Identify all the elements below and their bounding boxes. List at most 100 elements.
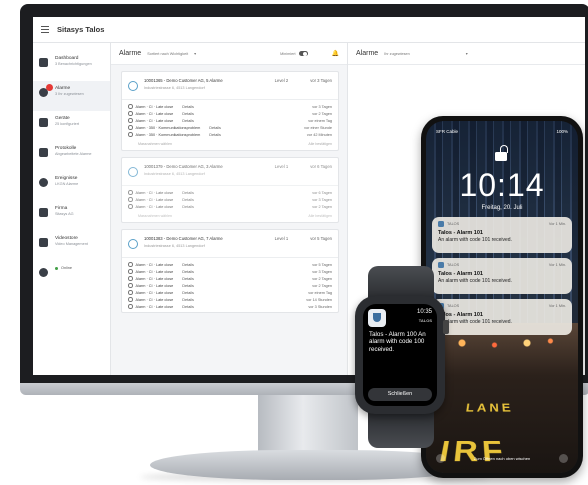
row-radio[interactable] xyxy=(128,125,133,130)
row-radio[interactable] xyxy=(128,262,133,267)
sidebar-item-videostore[interactable]: Videostore Video Management xyxy=(33,231,110,261)
details-link[interactable]: Details xyxy=(209,133,221,137)
alarm-row[interactable]: Alarm · CI · Late close Details vor 2 Tage… xyxy=(128,282,332,289)
details-link[interactable]: Details xyxy=(182,291,194,295)
notification-title: Talos - Alarm 101 xyxy=(438,271,483,277)
alarm-card-address: Industriestrasse 6, 4513 Langendorf xyxy=(144,86,205,90)
sort-dropdown[interactable]: Sortiert nach Wichtigkeit xyxy=(147,52,188,56)
sidebar-item-logs[interactable]: Protokolle Abgearbeitete Alarme xyxy=(33,141,110,171)
details-link[interactable]: Details xyxy=(182,198,194,202)
row-radio[interactable] xyxy=(128,118,133,123)
alarm-row[interactable]: Alarm · CI · Late close Details vor 2 Tage… xyxy=(128,110,332,117)
alarm-row[interactable]: Alarm · CI · Late close Details vor einem … xyxy=(128,289,332,296)
row-radio[interactable] xyxy=(128,197,133,202)
actions-dropdown[interactable]: Massnahmen wählen xyxy=(138,142,172,146)
row-radio[interactable] xyxy=(128,276,133,281)
notification-card[interactable]: TALOS Vor 1 Min. Talos - Alarm 101 An ala… xyxy=(432,258,572,294)
details-link[interactable]: Details xyxy=(209,126,221,130)
online-dot xyxy=(55,266,58,270)
details-link[interactable]: Details xyxy=(182,298,194,302)
minimize-toggle[interactable] xyxy=(298,51,308,56)
alarm-row[interactable]: Alarm · CI · Late close Details vor 3 Tage… xyxy=(128,196,332,203)
alarm-card-header: 10001383 - Demo Customer AG, 7 Alarme Le… xyxy=(122,230,338,258)
phone-lockscreen: LANE IRF SFR Cable 100% 10:14 Freitag, 2… xyxy=(426,121,578,473)
details-link[interactable]: Details xyxy=(182,205,194,209)
alarm-card-level: Level 1 xyxy=(274,236,289,241)
notification-app: TALOS xyxy=(447,304,460,308)
assigned-dropdown[interactable]: Ihr zugewiesen xyxy=(384,52,410,56)
alarm-row[interactable]: Alarm · CI · Late close Details vor 2 Tage… xyxy=(128,275,332,282)
alarm-row[interactable]: Alarm · CI · Late close Details vor einem … xyxy=(128,117,332,124)
sidebar-item-label: Videostore xyxy=(55,236,78,241)
sidebar-item-user[interactable]: Online xyxy=(33,261,110,291)
details-link[interactable]: Details xyxy=(182,305,194,309)
alarm-card[interactable]: 10001383 - Demo Customer AG, 7 Alarme Le… xyxy=(121,229,339,313)
details-link[interactable]: Details xyxy=(182,284,194,288)
alarm-row[interactable]: Alarm · CI · Late close Details vor 3 Tage… xyxy=(128,103,332,110)
acknowledge-all-button[interactable]: Alle bestätigen xyxy=(308,214,332,218)
row-radio[interactable] xyxy=(128,304,133,309)
alarm-row[interactable]: Alarm · CI · Late close Details vor 3 Stun… xyxy=(128,303,332,310)
alarm-row[interactable]: Alarm · CI · Late close Details vor 2 Tage… xyxy=(128,203,332,210)
alarm-row[interactable]: Alarm · 350 · Kommunikationsproblem Detai… xyxy=(128,131,332,138)
notification-time: Vor 1 Min. xyxy=(548,263,566,267)
monitor-stand-neck xyxy=(258,395,358,453)
flashlight-icon[interactable] xyxy=(436,454,445,463)
notification-card[interactable]: TALOS Vor 1 Min. Talos - Alarm 101 An ala… xyxy=(432,299,572,335)
details-link[interactable]: Details xyxy=(182,277,194,281)
sidebar-item-events[interactable]: Ereignisse LKGN Alarme xyxy=(33,171,110,201)
row-radio[interactable] xyxy=(128,111,133,116)
chevron-down-icon[interactable]: ▾ xyxy=(466,51,468,56)
row-radio[interactable] xyxy=(128,132,133,137)
alarm-row-text: Alarm · CI · Late close xyxy=(135,197,174,202)
sidebar-item-sub: 3 Benachrichtigungen xyxy=(55,62,92,66)
alarm-row-time: vor 42 Minuten xyxy=(306,132,332,137)
sidebar-item-sub: 3 Ihr zugewiesen xyxy=(55,92,84,96)
row-radio[interactable] xyxy=(128,190,133,195)
details-link[interactable]: Details xyxy=(182,112,194,116)
watch-app-name: TALOS xyxy=(418,318,432,323)
sidebar-item-alarms[interactable]: Alarme 3 Ihr zugewiesen xyxy=(33,81,110,111)
row-radio[interactable] xyxy=(128,283,133,288)
details-link[interactable]: Details xyxy=(182,270,194,274)
sidebar: Dashboard 3 Benachrichtigungen Alarme 3 … xyxy=(33,43,111,375)
menu-icon[interactable] xyxy=(41,26,49,33)
notification-app: TALOS xyxy=(447,263,460,267)
actions-dropdown[interactable]: Massnahmen wählen xyxy=(138,214,172,218)
alarm-card[interactable]: 10001365 - Demo Customer AG, 5 Alarme Le… xyxy=(121,71,339,151)
watch-screen: 10:35 TALOS Talos - Alarm 100 An alarm w… xyxy=(363,304,437,406)
details-link[interactable]: Details xyxy=(182,119,194,123)
alarm-card[interactable]: 10001379 - Demo Customer AG, 3 Alarme Le… xyxy=(121,157,339,223)
sidebar-item-devices[interactable]: Geräte 25 konfiguriert xyxy=(33,111,110,141)
acknowledge-all-button[interactable]: Alle bestätigen xyxy=(308,142,332,146)
bell-icon[interactable]: 🔔 xyxy=(332,50,339,57)
chevron-down-icon[interactable]: ▾ xyxy=(194,51,196,56)
alarm-row-text: Alarm · CI · Late close xyxy=(135,276,174,281)
alarm-row[interactable]: Alarm · 350 · Kommunikationsproblem Detai… xyxy=(128,124,332,131)
row-radio[interactable] xyxy=(128,204,133,209)
alarm-row[interactable]: Alarm · CI · Late close Details vor 3 Tage… xyxy=(128,268,332,275)
alarm-row[interactable]: Alarm · CI · Late close Details vor 14 Stu… xyxy=(128,296,332,303)
sidebar-item-dashboard[interactable]: Dashboard 3 Benachrichtigungen xyxy=(33,51,110,81)
row-radio[interactable] xyxy=(128,290,133,295)
smartwatch: 10:35 TALOS Talos - Alarm 100 An alarm w… xyxy=(355,296,445,414)
row-radio[interactable] xyxy=(128,269,133,274)
notification-card[interactable]: TALOS Vor 1 Min. Talos - Alarm 101 An ala… xyxy=(432,217,572,253)
alarm-card-title: 10001365 - Demo Customer AG, 5 Alarme xyxy=(144,78,223,83)
alarm-card-address: Industriestrasse 6, 4513 Langendorf xyxy=(144,244,205,248)
row-radio[interactable] xyxy=(128,297,133,302)
alarm-row-time: vor 2 Tagen xyxy=(312,204,332,209)
watch-dismiss-button[interactable]: Schließen xyxy=(368,388,432,401)
watch-crown[interactable] xyxy=(443,320,449,334)
details-link[interactable]: Details xyxy=(182,105,194,109)
alarm-row[interactable]: Alarm · CI · Late close Details vor 6 Tage… xyxy=(128,189,332,196)
details-link[interactable]: Details xyxy=(182,263,194,267)
alarm-row-text: Alarm · 350 · Kommunikationsproblem xyxy=(135,132,201,137)
alarm-card-level: Level 2 xyxy=(274,78,289,83)
notification-title: Talos - Alarm 101 xyxy=(438,230,483,236)
sidebar-item-company[interactable]: Firma Sitasys AG xyxy=(33,201,110,231)
alarm-row[interactable]: Alarm · CI · Late close Details vor 5 Tage… xyxy=(128,261,332,268)
details-link[interactable]: Details xyxy=(182,191,194,195)
row-radio[interactable] xyxy=(128,104,133,109)
camera-icon[interactable] xyxy=(559,454,568,463)
